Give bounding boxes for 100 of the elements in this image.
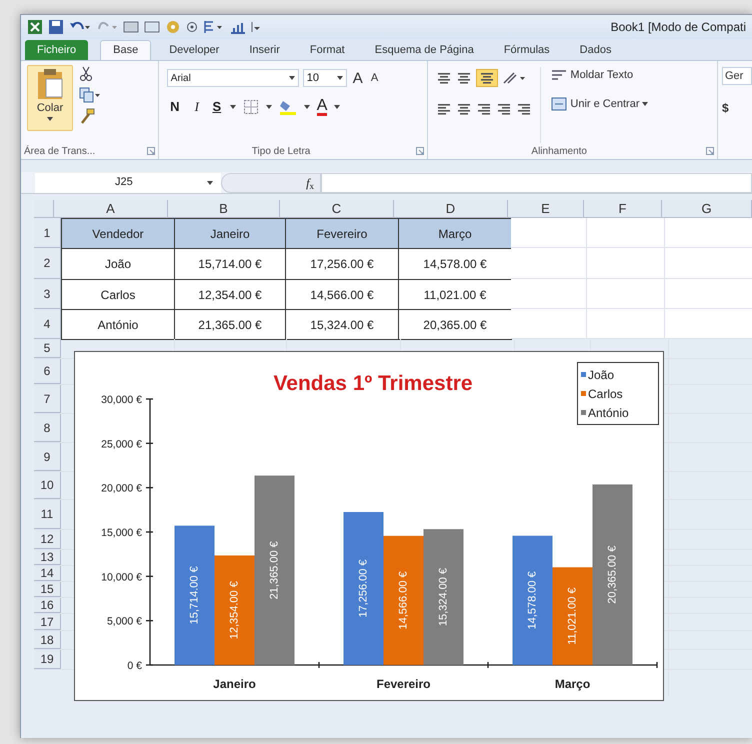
scissors-icon[interactable]	[79, 66, 93, 82]
fill-color-icon[interactable]	[278, 98, 297, 115]
row-header[interactable]: 15	[34, 582, 61, 597]
merge-center-button[interactable]: Unir e Centrar	[551, 96, 648, 112]
dialog-launcher-icon[interactable]	[146, 147, 155, 155]
ribbon-tab[interactable]: Format	[298, 40, 357, 60]
ribbon-tab[interactable]: Inserir	[237, 40, 292, 60]
grid-cell[interactable]	[511, 309, 587, 339]
chart-icon[interactable]	[230, 20, 246, 34]
bar-value-label: 20,365.00 €	[606, 546, 618, 604]
grid-cell[interactable]	[665, 279, 752, 309]
bar-value-label: 17,256.00 €	[358, 559, 370, 618]
table-cell: 12,354.00 €	[174, 279, 286, 310]
dialog-launcher-icon[interactable]	[416, 147, 424, 155]
bold-button[interactable]: N	[166, 97, 183, 116]
shrink-font-button[interactable]: A	[368, 72, 380, 84]
number-format-field[interactable]: Ger	[722, 67, 752, 85]
grid-cell[interactable]	[665, 248, 752, 279]
customize-toolbar-icon[interactable]	[251, 20, 261, 34]
grid-cell[interactable]	[665, 218, 752, 248]
row-header[interactable]: 3	[34, 279, 61, 309]
row-header[interactable]: 18	[34, 631, 61, 649]
column-header[interactable]: G	[662, 200, 752, 218]
row-header[interactable]: 4	[34, 309, 61, 339]
align-left-icon[interactable]	[436, 103, 452, 115]
name-box[interactable]: J25	[35, 172, 221, 192]
align-bottom-icon[interactable]	[479, 72, 496, 84]
caret-icon	[207, 180, 213, 184]
grow-font-button[interactable]: A	[350, 70, 365, 86]
row-header[interactable]: 14	[34, 566, 61, 581]
table-cell: João	[61, 248, 175, 280]
insert-function-label[interactable]: f$_{x}$	[306, 174, 314, 192]
legend-label: Carlos	[588, 386, 623, 402]
ribbon-tab[interactable]: Fórmulas	[492, 40, 562, 60]
row-header[interactable]: 17	[34, 614, 61, 630]
header-cell: Fevereiro	[285, 218, 399, 249]
row-header[interactable]: 1	[34, 218, 61, 248]
file-tab[interactable]: Ficheiro	[25, 40, 88, 60]
row-header[interactable]: 13	[34, 550, 61, 565]
copy-icon[interactable]	[79, 87, 101, 103]
currency-button[interactable]: $	[722, 99, 752, 117]
grid-cell[interactable]	[587, 279, 665, 309]
wrap-text-button[interactable]: Moldar Texto	[551, 67, 648, 84]
formula-input-field[interactable]	[321, 172, 752, 192]
y-tick-label: 15,000 €	[101, 527, 142, 539]
grid-cell[interactable]	[587, 218, 665, 248]
grid-cell[interactable]	[511, 218, 587, 248]
align-center-icon[interactable]	[456, 103, 472, 115]
bar-value-label: 14,578.00 €	[526, 571, 538, 630]
grid-cell[interactable]	[665, 309, 752, 339]
sort-icon[interactable]	[203, 20, 225, 34]
row-header[interactable]: 6	[34, 359, 61, 384]
row-header[interactable]: 2	[34, 248, 61, 279]
row-header[interactable]: 7	[34, 385, 61, 413]
ribbon-tab[interactable]: Developer	[157, 40, 232, 60]
row-header[interactable]: 11	[34, 500, 61, 529]
align-middle-icon[interactable]	[456, 72, 472, 84]
row-header[interactable]: 12	[34, 530, 61, 549]
column-header[interactable]: C	[280, 200, 394, 218]
row-header[interactable]: 9	[34, 443, 61, 471]
align-top-icon[interactable]	[436, 72, 452, 84]
grid-cell[interactable]	[511, 279, 587, 309]
ribbon-tab[interactable]: Base	[100, 40, 152, 60]
decrease-indent-icon[interactable]	[496, 103, 512, 115]
chart-title: Vendas 1º Trimestre	[273, 372, 473, 395]
align-right-icon[interactable]	[476, 103, 492, 115]
table-cell: Carlos	[61, 279, 175, 310]
grid-cell[interactable]	[511, 248, 587, 279]
row-header[interactable]: 16	[34, 598, 61, 613]
legend-label: João	[588, 366, 614, 384]
table-cell: 15,714.00 €	[174, 248, 286, 280]
column-header[interactable]: F	[584, 200, 662, 218]
merge-cells-icon	[551, 96, 568, 111]
increase-indent-icon[interactable]	[516, 103, 532, 115]
font-color-letter[interactable]: A	[316, 98, 328, 116]
column-header[interactable]: B	[168, 200, 280, 218]
row-header[interactable]: 19	[34, 650, 61, 669]
dialog-launcher-icon[interactable]	[706, 147, 714, 155]
grid-cell[interactable]	[587, 309, 665, 339]
column-header[interactable]: A	[54, 200, 168, 218]
font-name-field[interactable]: Arial	[166, 69, 299, 87]
save-icon[interactable]	[48, 19, 64, 35]
borders-icon[interactable]	[242, 98, 259, 115]
ribbon-tab[interactable]: Dados	[568, 40, 624, 60]
font-size-field[interactable]: 10	[302, 69, 347, 87]
row-header[interactable]: 8	[34, 414, 61, 442]
underline-button[interactable]: S	[210, 97, 223, 116]
ribbon-tab[interactable]: Esquema de Página	[362, 40, 486, 60]
row-header[interactable]: 5	[34, 339, 61, 358]
window-title: Book1 [Modo de Compati	[610, 19, 746, 36]
bar-value-label: 11,021.00 €	[566, 588, 578, 645]
italic-button[interactable]: I	[190, 97, 204, 116]
column-header[interactable]: D	[394, 200, 508, 218]
grid-cell[interactable]	[587, 248, 665, 279]
spreadsheet-app-icon[interactable]	[27, 19, 43, 35]
row-header[interactable]: 10	[34, 472, 61, 499]
format-painter-icon[interactable]	[79, 108, 95, 124]
paste-button[interactable]: Colar	[27, 65, 73, 131]
target-icon[interactable]	[186, 21, 198, 33]
column-header[interactable]: E	[508, 200, 584, 218]
